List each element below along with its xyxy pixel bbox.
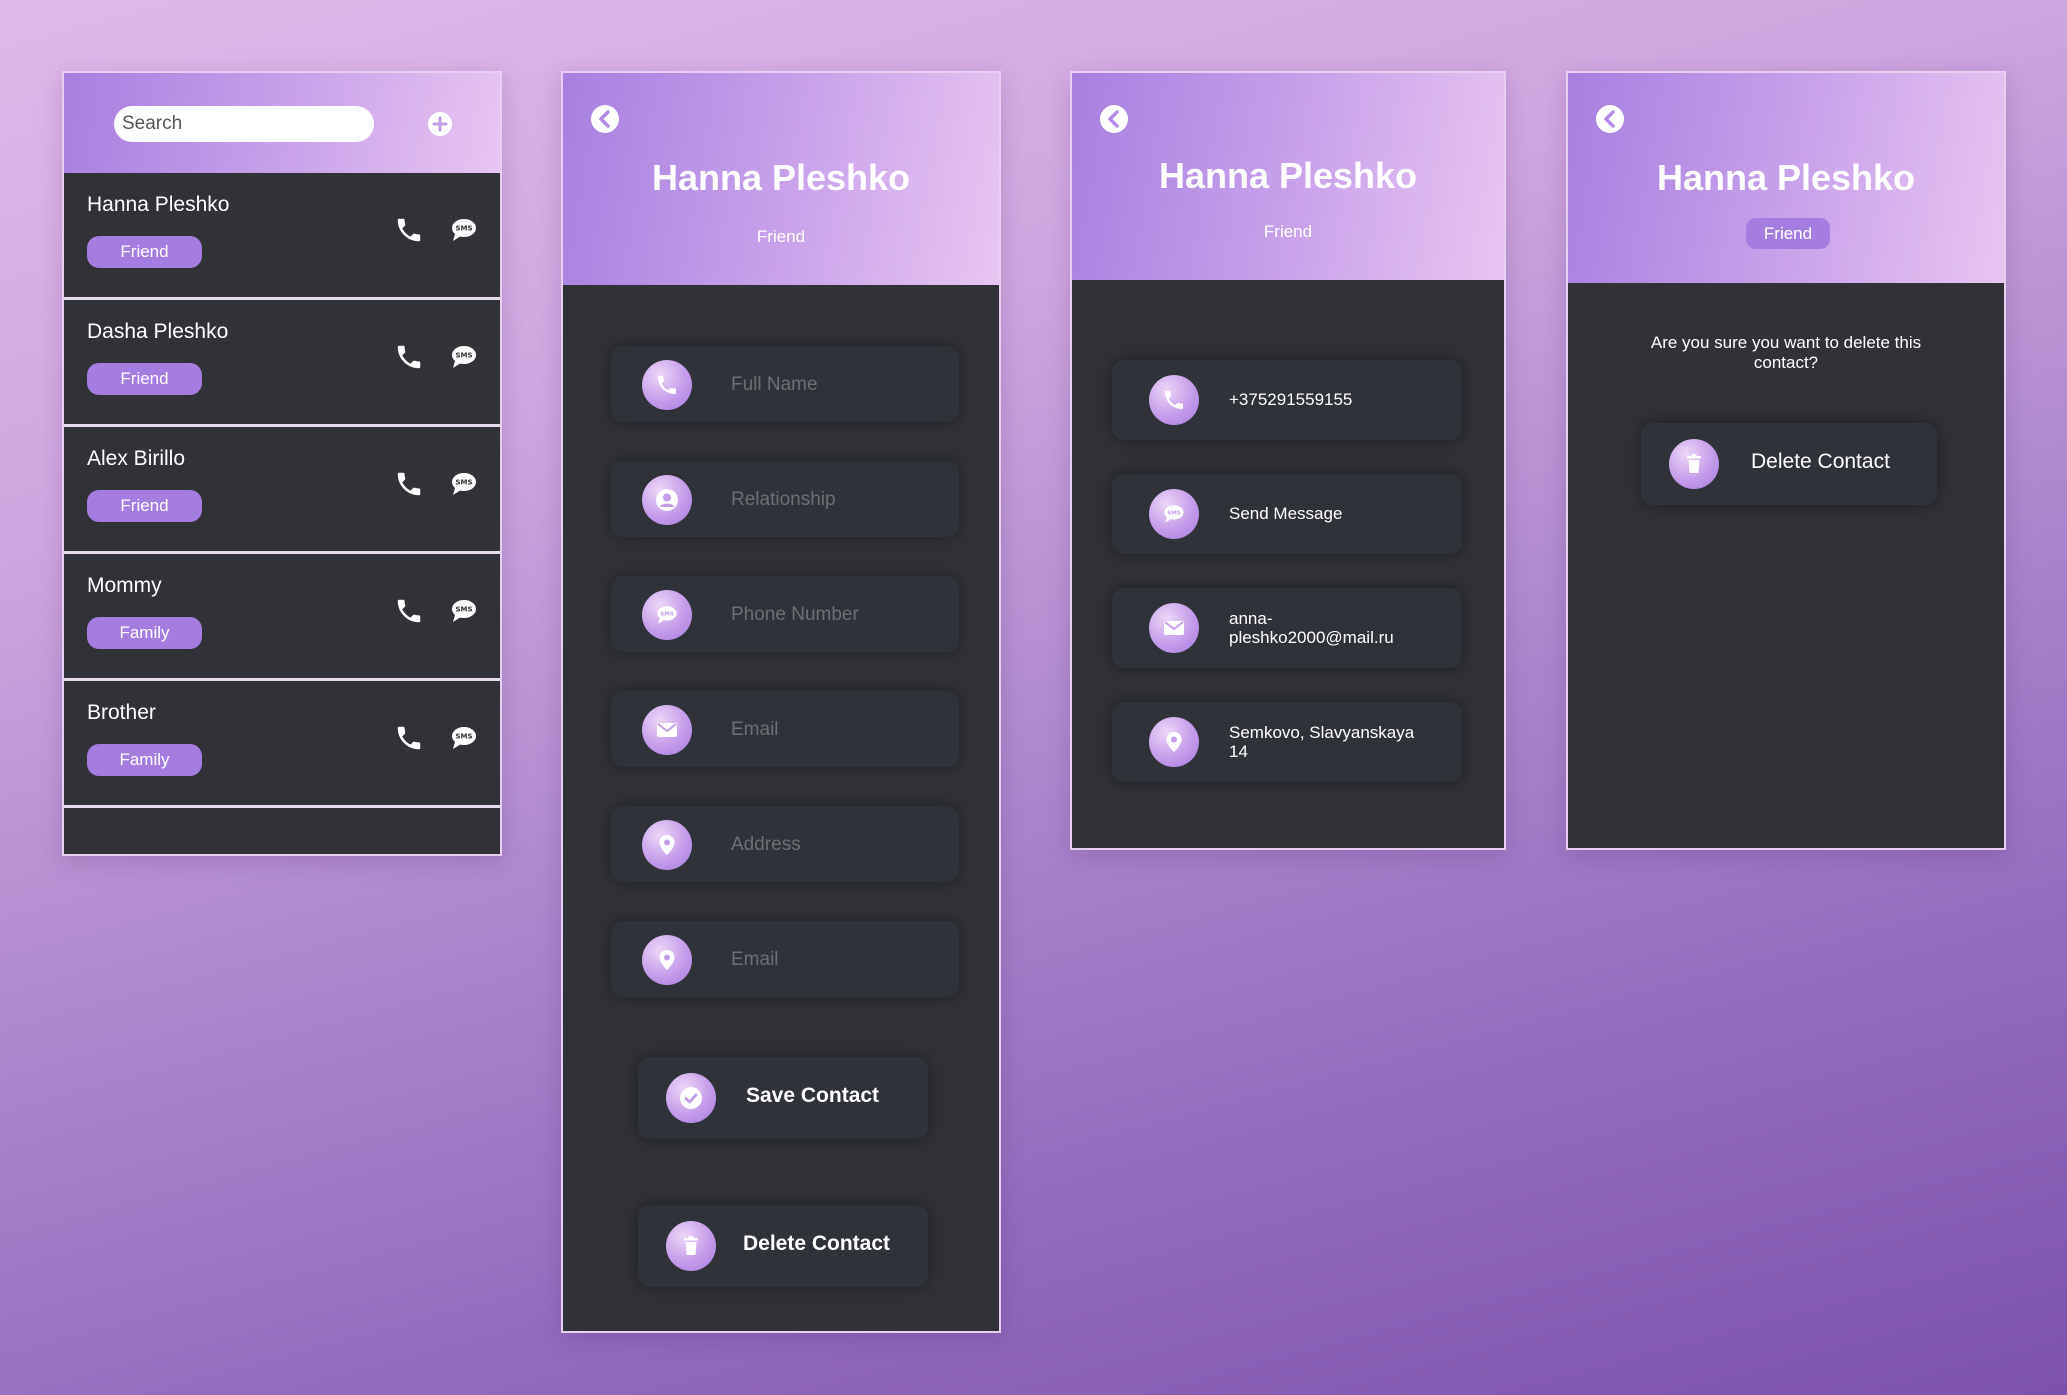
send-message-item[interactable]: SMS Send Message xyxy=(1112,474,1462,554)
phone-icon[interactable] xyxy=(394,342,424,372)
contact-name: Brother xyxy=(87,701,156,724)
svg-text:SMS: SMS xyxy=(455,352,472,360)
phone-icon xyxy=(642,360,692,410)
sms-icon[interactable]: SMS xyxy=(449,342,479,372)
relationship-tag: Friend xyxy=(87,236,202,268)
search-input[interactable] xyxy=(114,106,374,142)
email-text-line1: anna- xyxy=(1229,609,1273,628)
email-field-2 xyxy=(611,921,959,997)
phone-icon[interactable] xyxy=(394,596,424,626)
delete-contact-label: Delete Contact xyxy=(1751,450,1890,473)
svg-text:SMS: SMS xyxy=(455,479,472,487)
delete-confirm-question: Are you sure you want to delete this con… xyxy=(1628,333,1944,373)
check-icon xyxy=(666,1073,716,1123)
back-arrow-icon[interactable] xyxy=(589,103,621,135)
profile-header: Hanna Pleshko Friend xyxy=(1072,73,1504,280)
location-icon xyxy=(642,820,692,870)
svg-text:SMS: SMS xyxy=(455,733,472,741)
email-text-line2: pleshko2000@mail.ru xyxy=(1229,628,1394,647)
full-name-field xyxy=(611,346,959,422)
contact-name-heading: Hanna Pleshko xyxy=(651,157,911,198)
save-contact-label: Save Contact xyxy=(746,1084,880,1107)
back-arrow-icon[interactable] xyxy=(1098,103,1130,135)
email-field xyxy=(611,691,959,767)
contact-row[interactable]: Alex Birillo Friend SMS xyxy=(64,427,500,554)
sms-icon[interactable]: SMS xyxy=(449,596,479,626)
question-line2: contact? xyxy=(1753,353,1819,372)
relationship-tag: Friend xyxy=(87,363,202,395)
contact-details-screen: Hanna Pleshko Friend +375291559155 SMS S… xyxy=(1070,71,1506,850)
contact-list-screen: Hanna Pleshko Friend SMS Dasha Pleshko F… xyxy=(62,71,502,856)
email-input[interactable] xyxy=(729,709,943,751)
mail-icon xyxy=(642,705,692,755)
trash-icon xyxy=(666,1221,716,1271)
relationship-tag: Family xyxy=(87,744,202,776)
trash-icon xyxy=(1669,439,1719,489)
back-arrow-icon[interactable] xyxy=(1594,103,1626,135)
contact-name: Mommy xyxy=(87,574,162,597)
relationship-field xyxy=(611,461,959,537)
contact-name: Alex Birillo xyxy=(87,447,186,470)
svg-text:SMS: SMS xyxy=(660,611,674,617)
address-input[interactable] xyxy=(729,824,943,866)
address-text-line2: 14 xyxy=(1229,742,1248,761)
phone-number-input[interactable] xyxy=(729,594,943,636)
relationship-label: Friend xyxy=(1263,222,1313,241)
save-contact-button[interactable]: Save Contact xyxy=(638,1057,928,1139)
list-header xyxy=(64,73,500,173)
relationship-tag: Friend xyxy=(87,490,202,522)
relationship-input[interactable] xyxy=(729,479,943,521)
profile-header: Hanna Pleshko Friend xyxy=(1568,73,2004,283)
contact-name-heading: Hanna Pleshko xyxy=(1656,157,1916,198)
sms-icon: SMS xyxy=(1149,489,1199,539)
svg-text:SMS: SMS xyxy=(1167,510,1181,516)
contact-name: Hanna Pleshko xyxy=(87,193,230,216)
phone-icon[interactable] xyxy=(394,723,424,753)
user-icon xyxy=(642,475,692,525)
contact-row[interactable]: Brother Family SMS xyxy=(64,681,500,808)
phone-icon xyxy=(1149,375,1199,425)
question-line1: Are you sure you want to delete this xyxy=(1650,333,1922,352)
phone-item[interactable]: +375291559155 xyxy=(1112,360,1462,440)
mail-icon xyxy=(1149,603,1199,653)
phone-number-text: +375291559155 xyxy=(1229,390,1353,409)
sms-icon[interactable]: SMS xyxy=(449,723,479,753)
sms-icon[interactable]: SMS xyxy=(449,215,479,245)
delete-contact-label: Delete Contact xyxy=(743,1232,891,1255)
address-item[interactable]: Semkovo, Slavyanskaya 14 xyxy=(1112,702,1462,782)
address-text-line1: Semkovo, Slavyanskaya xyxy=(1229,723,1415,742)
location-icon xyxy=(1149,717,1199,767)
email-input-2[interactable] xyxy=(729,939,943,981)
relationship-label: Friend xyxy=(756,227,806,246)
svg-text:SMS: SMS xyxy=(455,225,472,233)
location-icon xyxy=(642,935,692,985)
email-item[interactable]: anna- pleshko2000@mail.ru xyxy=(1112,588,1462,668)
sms-icon[interactable]: SMS xyxy=(449,469,479,499)
delete-contact-button[interactable]: Delete Contact xyxy=(638,1205,928,1287)
contact-row[interactable]: Hanna Pleshko Friend SMS xyxy=(64,173,500,300)
svg-text:SMS: SMS xyxy=(455,606,472,614)
phone-icon[interactable] xyxy=(394,469,424,499)
contact-row[interactable]: Mommy Family SMS xyxy=(64,554,500,681)
delete-confirm-screen: Hanna Pleshko Friend Are you sure you wa… xyxy=(1566,71,2006,850)
phone-number-field: SMS xyxy=(611,576,959,652)
relationship-tag: Family xyxy=(87,617,202,649)
profile-header: Hanna Pleshko Friend xyxy=(563,73,999,285)
contact-name-heading: Hanna Pleshko xyxy=(1158,155,1418,196)
contact-name: Dasha Pleshko xyxy=(87,320,229,343)
contact-row[interactable]: Dasha Pleshko Friend SMS xyxy=(64,300,500,427)
full-name-input[interactable] xyxy=(729,364,943,406)
plus-circle-icon[interactable] xyxy=(427,111,453,137)
address-field xyxy=(611,806,959,882)
phone-icon[interactable] xyxy=(394,215,424,245)
edit-contact-screen: Hanna Pleshko Friend SMS xyxy=(561,71,1001,1333)
delete-contact-button[interactable]: Delete Contact xyxy=(1641,423,1937,505)
sms-icon: SMS xyxy=(642,590,692,640)
send-message-text: Send Message xyxy=(1229,504,1343,523)
relationship-tag: Friend xyxy=(1746,218,1830,249)
